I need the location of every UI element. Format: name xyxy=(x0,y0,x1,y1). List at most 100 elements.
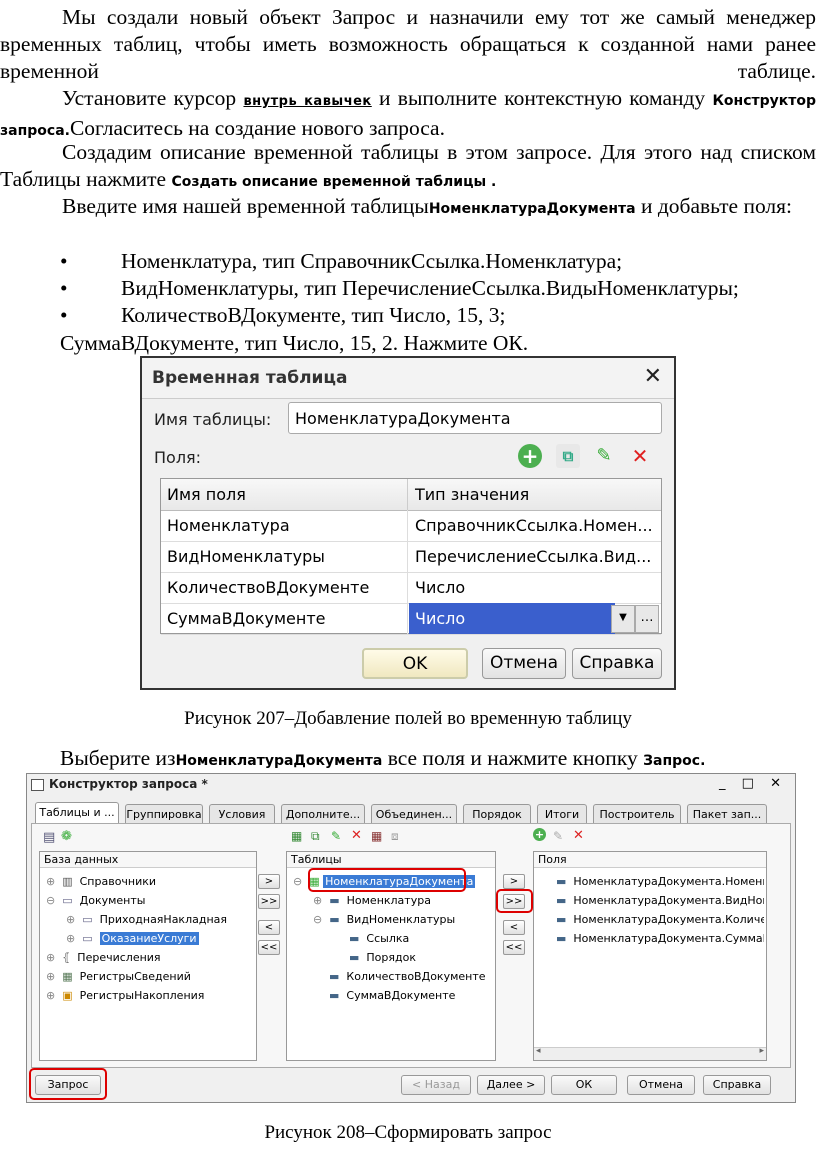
close-icon[interactable]: ✕ xyxy=(644,364,662,389)
add-icon[interactable]: + xyxy=(518,444,542,468)
tree-item[interactable]: ⊕ ▦ РегистрыСведений xyxy=(46,970,191,984)
document-icon: ▭ xyxy=(82,913,93,926)
db-list-icon[interactable]: ▤ xyxy=(43,830,55,845)
move-right-button[interactable]: > xyxy=(258,874,280,889)
copy-icon[interactable]: ⧉ xyxy=(556,444,580,468)
move-right-button[interactable]: > xyxy=(503,874,525,889)
tree-label: Документы xyxy=(79,894,146,907)
tab-order[interactable]: Порядок xyxy=(463,804,531,823)
table-delete-icon[interactable]: ▦ xyxy=(371,829,382,843)
tree-item[interactable]: ⊖ ▬ ВидНоменклатуры xyxy=(313,913,455,927)
window-icon xyxy=(31,779,44,791)
cancel-button[interactable]: Отмена xyxy=(627,1075,695,1095)
para6-bold2: Запрос. xyxy=(643,753,706,769)
help-button[interactable]: Справка xyxy=(703,1075,771,1095)
window-controls[interactable]: _ □ ✕ xyxy=(719,776,787,791)
collapse-icon[interactable]: ⊖ xyxy=(46,894,55,907)
tab-totals[interactable]: Итоги xyxy=(537,804,587,823)
table-name-input[interactable]: НоменклатураДокумента xyxy=(288,402,662,434)
move-all-right-button[interactable]: >> xyxy=(258,894,280,909)
link-icon[interactable]: ⧈ xyxy=(391,829,399,844)
list-item[interactable]: ▬ НоменклатураДокумента.Номенклат xyxy=(556,875,764,889)
tree-item[interactable]: ▬ Ссылка xyxy=(349,932,409,946)
expand-icon[interactable]: ⊕ xyxy=(46,951,55,964)
tree-item[interactable]: ⊕ ▬ Номенклатура xyxy=(313,894,431,908)
bullet-dot: • xyxy=(60,249,68,273)
move-left-button[interactable]: < xyxy=(503,920,525,935)
database-panel: База данных ⊕ ▥ Справочники ⊖ ▭ Документ… xyxy=(39,851,257,1061)
tree-item[interactable]: ⊕ ⦃ Перечисления xyxy=(46,951,161,965)
tab-batch[interactable]: Пакет зап... xyxy=(687,804,767,823)
delete-icon[interactable]: ✕ xyxy=(628,444,652,468)
row-type: СправочникСсылка.Номен... xyxy=(415,516,653,535)
expand-icon[interactable]: ⊕ xyxy=(46,970,55,983)
tree-item[interactable]: ⊕ ▭ ПриходнаяНакладная xyxy=(66,913,227,927)
field-icon: ▬ xyxy=(329,913,340,926)
expand-icon[interactable]: ⊕ xyxy=(46,989,55,1002)
cancel-button[interactable]: Отмена xyxy=(482,648,566,679)
list-item[interactable]: ▬ НоменклатураДокумента.ВидНомен xyxy=(556,894,764,908)
tab-conditions[interactable]: Условия xyxy=(209,804,275,823)
next-button[interactable]: Далее > xyxy=(477,1075,545,1095)
ok-button[interactable]: OK xyxy=(362,648,468,679)
table-copy-icon[interactable]: ⧉ xyxy=(311,829,320,844)
scroll-left-icon[interactable]: ◂ xyxy=(536,1046,541,1056)
delete-icon[interactable]: ✕ xyxy=(573,828,584,843)
tree-label: Справочники xyxy=(79,875,157,888)
tab-tables[interactable]: Таблицы и ... xyxy=(35,802,119,824)
dropdown-arrow-icon[interactable]: ▼ xyxy=(611,605,635,633)
list-item[interactable]: ▬ НоменклатураДокумента.СуммаВДо xyxy=(556,932,764,946)
highlight-table xyxy=(308,868,466,892)
table-row[interactable]: СуммаВДокументе Число ▼ … xyxy=(161,603,661,635)
tree-item[interactable]: ⊕ ▥ Справочники xyxy=(46,875,156,889)
bullet-item: КоличествоВДокументе, тип Число, 15, 3; xyxy=(121,303,506,327)
paragraph-cursor: Установите курсор внутрь кавычек и выпол… xyxy=(0,85,816,145)
highlight-move-all xyxy=(496,889,533,913)
refresh-icon[interactable]: ❁ xyxy=(61,829,72,844)
field-icon: ▬ xyxy=(329,894,340,907)
tree-item[interactable]: ▬ КоличествоВДокументе xyxy=(329,970,486,984)
tab-grouping[interactable]: Группировка xyxy=(125,804,203,823)
table-row[interactable]: Номенклатура СправочникСсылка.Номен... xyxy=(161,510,661,542)
field-icon: ▬ xyxy=(329,970,340,983)
tables-header: Таблицы xyxy=(287,852,495,868)
move-left-button[interactable]: < xyxy=(258,920,280,935)
table-row[interactable]: ВидНоменклатуры ПеречислениеСсылка.Вид..… xyxy=(161,541,661,573)
ok-button[interactable]: ОК xyxy=(551,1075,617,1095)
tree-item[interactable]: ▬ Порядок xyxy=(349,951,416,965)
para6-mid: все поля и нажмите кнопку xyxy=(382,746,644,770)
horizontal-scrollbar[interactable]: ◂ ▸ xyxy=(534,1046,766,1060)
move-all-left-button[interactable]: << xyxy=(503,940,525,955)
collapse-icon[interactable]: ⊖ xyxy=(313,913,322,926)
scroll-right-icon[interactable]: ▸ xyxy=(759,1046,764,1056)
tab-builder[interactable]: Построитель xyxy=(593,804,681,823)
table-add-icon[interactable]: ▦ xyxy=(291,829,302,843)
row-name: Номенклатура xyxy=(161,510,408,541)
row-name: СуммаВДокументе xyxy=(161,603,408,634)
tree-item[interactable]: ⊕ ▣ РегистрыНакопления xyxy=(46,989,204,1003)
move-all-left-button[interactable]: << xyxy=(258,940,280,955)
edit-pencil-icon[interactable]: ✎ xyxy=(331,829,341,843)
expand-icon[interactable]: ⊕ xyxy=(46,875,55,888)
row-type-selected[interactable]: Число xyxy=(409,603,615,634)
table-row[interactable]: КоличествоВДокументе Число xyxy=(161,572,661,604)
tree-item-selected[interactable]: ⊕ ▭ ОказаниеУслуги xyxy=(66,932,199,946)
ellipsis-icon[interactable]: … xyxy=(635,605,659,633)
expand-icon[interactable]: ⊕ xyxy=(66,932,75,945)
tree-item[interactable]: ▬ СуммаВДокументе xyxy=(329,989,455,1003)
help-button[interactable]: Справка xyxy=(572,648,662,679)
list-item[interactable]: ▬ НоменклатураДокумента.Количеств xyxy=(556,913,764,927)
tree-item[interactable]: ⊖ ▭ Документы xyxy=(46,894,145,908)
tab-additional[interactable]: Дополните... xyxy=(281,804,365,823)
edit-pencil-icon[interactable]: ✎ xyxy=(553,829,563,843)
table-name-label: Имя таблицы: xyxy=(154,410,272,429)
expand-icon[interactable]: ⊕ xyxy=(313,894,322,907)
collapse-icon[interactable]: ⊖ xyxy=(293,875,302,888)
accum-registers-icon: ▣ xyxy=(62,989,73,1002)
edit-pencil-icon[interactable]: ✎ xyxy=(592,444,616,468)
add-icon[interactable]: + xyxy=(533,828,546,841)
expand-icon[interactable]: ⊕ xyxy=(66,913,75,926)
tab-unions[interactable]: Объединен... xyxy=(371,804,457,823)
delete-icon[interactable]: ✕ xyxy=(351,828,362,843)
back-button[interactable]: < Назад xyxy=(401,1075,471,1095)
